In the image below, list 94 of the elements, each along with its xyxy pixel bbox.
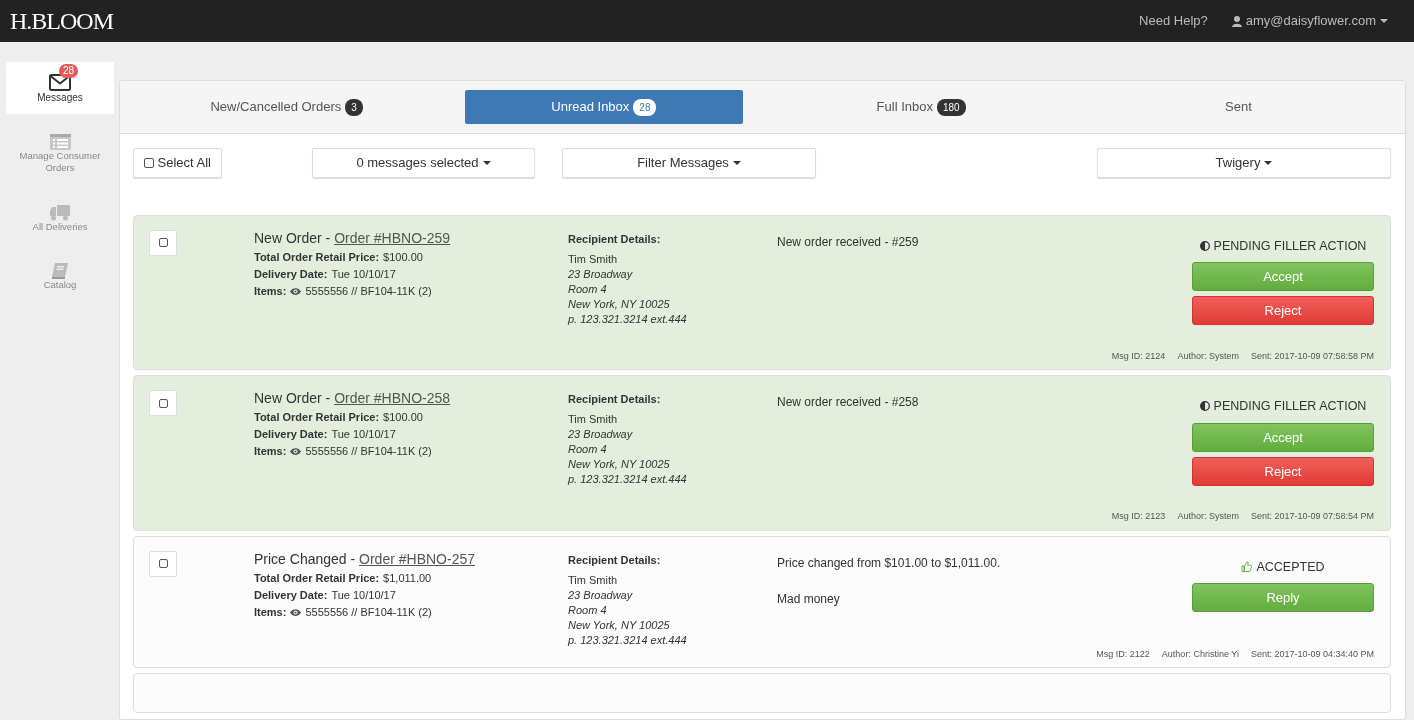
message-type: New Order - [254, 229, 332, 246]
status-label: PENDING FILLER ACTION [1213, 398, 1367, 415]
order-link[interactable]: Order #HBNO-258 [334, 390, 451, 406]
price-label: Total Order Retail Price: [254, 249, 380, 265]
price-value: $100.00 [383, 249, 423, 265]
author: Author: System [1177, 349, 1239, 363]
list-icon [49, 134, 71, 150]
delivery-date-label: Delivery Date: [254, 587, 328, 603]
delivery-date-value: Tue 10/10/17 [331, 427, 396, 442]
address-line: New York, NY 10025 [568, 457, 671, 472]
message-text: Price changed from $101.00 to $1,011.00. [777, 554, 1002, 572]
thumbs-up-icon [1241, 561, 1253, 573]
status-label: ACCEPTED [1256, 558, 1325, 576]
book-icon [52, 263, 68, 280]
recipient-heading: Recipient Details: [568, 231, 662, 247]
recipient-name: Tim Smith [568, 251, 619, 267]
price-value: $1,011.00 [383, 570, 432, 586]
order-link[interactable]: Order #HBNO-257 [359, 550, 475, 567]
items-value: 5555556 // BF104-11K (2) [305, 283, 432, 299]
caret-icon [1380, 19, 1388, 23]
items-value: 5555556 // BF104-11K (2) [305, 604, 432, 620]
address-line: Room 4 [568, 602, 608, 618]
price-label: Total Order Retail Price: [254, 570, 380, 586]
address-line: p. 123.321.3214 ext.444 [568, 632, 688, 648]
eye-icon [290, 287, 302, 295]
items-label: Items: [254, 283, 287, 299]
checkbox[interactable] [149, 390, 177, 416]
caret-icon [732, 160, 741, 165]
tab[interactable]: New/Cancelled Orders 3 [148, 90, 426, 124]
user-icon [1231, 15, 1242, 27]
message-id: Msg ID: 2122 [1096, 647, 1150, 661]
delivery-date-label: Delivery Date: [254, 427, 328, 442]
filter-dropdown[interactable]: Filter Messages [562, 147, 816, 178]
recipient-name: Tim Smith [568, 412, 619, 427]
address-line: Room 4 [568, 281, 608, 297]
select-all-button[interactable]: Select All [133, 147, 222, 178]
message-type: New Order - [254, 390, 332, 406]
address-line: New York, NY 10025 [568, 296, 671, 312]
author: Author: System [1177, 510, 1239, 523]
tab[interactable]: Sent [1099, 90, 1377, 124]
eye-icon [290, 608, 302, 616]
items-label: Items: [254, 444, 287, 459]
recipient-heading: Recipient Details: [568, 392, 662, 407]
eye-icon [290, 448, 302, 455]
message-text: New order received - #259 [777, 233, 920, 251]
caret-icon [482, 160, 491, 165]
half-circle-icon [1199, 240, 1210, 251]
items-label: Items: [254, 604, 287, 620]
count-badge: 28 [59, 64, 79, 78]
reject-button[interactable]: Reject [1192, 296, 1374, 326]
count-badge: 3 [345, 99, 363, 116]
store-dropdown[interactable]: Twigery [1097, 147, 1391, 178]
half-circle-icon [1199, 401, 1210, 412]
delivery-date-value: Tue 10/10/17 [331, 587, 396, 603]
recipient-heading: Recipient Details: [568, 552, 662, 568]
delivery-date-value: Tue 10/10/17 [331, 266, 396, 282]
order-link[interactable]: Order #HBNO-259 [334, 229, 451, 246]
message-text: Mad money [777, 590, 841, 608]
price-label: Total Order Retail Price: [254, 410, 380, 425]
address-line: Room 4 [568, 442, 608, 457]
address-line: 23 Broadway [568, 427, 634, 442]
sent-time: Sent: 2017-10-09 07:58:54 PM [1250, 510, 1374, 523]
recipient-name: Tim Smith [568, 572, 619, 588]
selection-dropdown[interactable]: 0 messages selected [312, 147, 535, 178]
address-line: p. 123.321.3214 ext.444 [568, 311, 688, 327]
tab[interactable]: Full Inbox 180 [782, 90, 1060, 124]
checkbox[interactable] [149, 550, 177, 577]
author: Author: Christine Yi [1161, 647, 1239, 661]
truck-icon [50, 204, 70, 221]
user-menu[interactable]: amy@daisyflower.com [1231, 11, 1388, 31]
address-line: p. 123.321.3214 ext.444 [568, 472, 688, 487]
help-link[interactable]: Need Help? [1139, 11, 1208, 31]
caret-icon [1264, 160, 1273, 165]
status-label: PENDING FILLER ACTION [1213, 237, 1367, 255]
count-badge: 180 [936, 99, 966, 116]
tab[interactable]: Unread Inbox 28 [465, 90, 743, 124]
delivery-date-label: Delivery Date: [254, 266, 328, 282]
sent-time: Sent: 2017-10-09 04:34:40 PM [1250, 647, 1374, 661]
logo[interactable]: H.BLOOM [10, 3, 113, 39]
count-badge: 28 [633, 99, 657, 116]
address-line: 23 Broadway [568, 587, 634, 603]
items-value: 5555556 // BF104-11K (2) [305, 444, 432, 459]
message-type: Price Changed - [254, 550, 357, 567]
sidebar-item[interactable]: 28 Messages [6, 62, 114, 114]
sent-time: Sent: 2017-10-09 07:58:58 PM [1250, 349, 1374, 363]
reject-button[interactable]: Reject [1192, 456, 1374, 486]
message-id: Msg ID: 2124 [1111, 349, 1166, 363]
address-line: 23 Broadway [568, 266, 634, 282]
address-line: New York, NY 10025 [568, 617, 671, 633]
envelope-icon [49, 74, 71, 91]
price-value: $100.00 [383, 410, 423, 425]
checkbox[interactable] [149, 229, 177, 256]
message-id: Msg ID: 2123 [1111, 510, 1166, 523]
message-text: New order received - #258 [777, 394, 920, 411]
